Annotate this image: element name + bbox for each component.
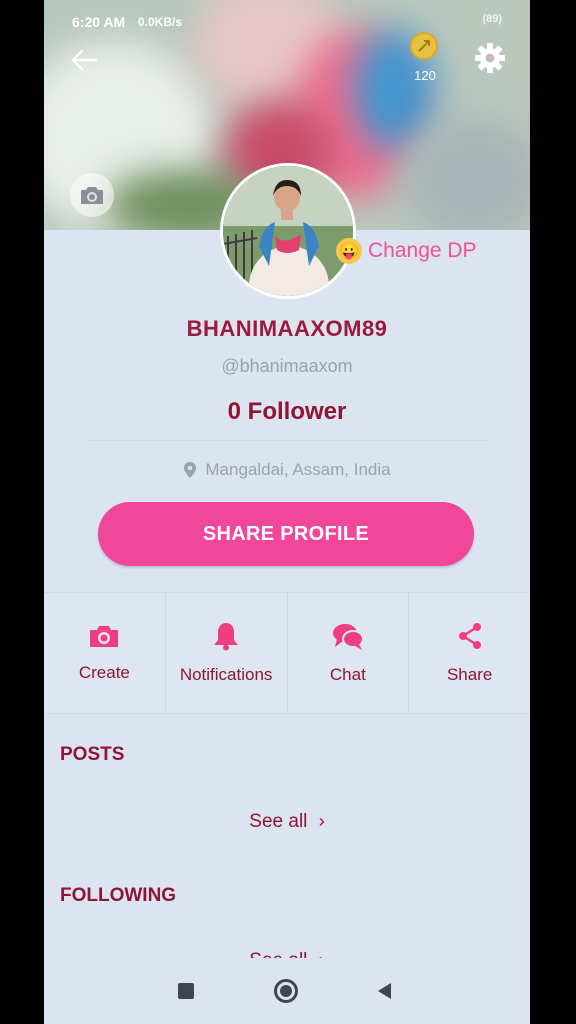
action-label: Chat xyxy=(329,665,366,684)
posts-see-all-link[interactable]: See all › xyxy=(44,811,530,833)
change-dp-button[interactable]: 😛 Change DP xyxy=(336,238,477,264)
action-label: Share xyxy=(446,665,493,684)
notifications-action[interactable]: Notifications xyxy=(166,593,288,713)
username: BHANIMAAXOM89 xyxy=(186,316,388,341)
cover-blur xyxy=(404,120,530,230)
see-all-label: See all xyxy=(249,811,308,832)
chat-action[interactable]: Chat xyxy=(288,593,410,713)
follower-count[interactable]: 0 Follower xyxy=(44,398,530,426)
create-action[interactable]: Create xyxy=(44,593,166,713)
battery-indicator: (89) xyxy=(482,13,502,25)
divider xyxy=(88,440,488,441)
share-profile-button[interactable]: SHARE PROFILE xyxy=(98,502,474,566)
user-handle: @bhanimaaxom xyxy=(221,356,353,376)
coin-count: 120 xyxy=(414,68,436,83)
chevron-right-icon: › xyxy=(318,811,325,831)
status-speed: 0.0KB/s xyxy=(138,15,183,29)
status-time: 6:20 AM xyxy=(72,14,126,30)
share-icon xyxy=(458,623,481,649)
following-section-title: FOLLOWING xyxy=(60,885,177,906)
camera-icon xyxy=(81,187,103,204)
back-button[interactable] xyxy=(64,40,104,80)
coin-glyph-icon xyxy=(418,40,430,52)
change-cover-button[interactable] xyxy=(70,173,114,217)
posts-section-title: POSTS xyxy=(60,744,125,765)
share-action[interactable]: Share xyxy=(409,593,530,713)
action-label: Create xyxy=(78,663,130,682)
profile-screen: 6:20 AM 0.0KB/s (89) 120 😛 Change DP BHA… xyxy=(44,0,530,1024)
profile-avatar[interactable] xyxy=(220,163,356,299)
back-arrow-icon xyxy=(71,49,98,71)
location: Mangaldai, Assam, India xyxy=(44,460,530,480)
emoji-icon: 😛 xyxy=(336,238,362,264)
gear-icon xyxy=(475,43,505,73)
avatar-image xyxy=(223,166,353,296)
action-label: Notifications xyxy=(179,665,273,684)
action-row: Create Notifications Chat Share xyxy=(44,592,530,714)
home-dot-icon xyxy=(280,985,292,997)
camera-icon xyxy=(90,626,119,647)
bell-icon xyxy=(214,623,239,651)
change-dp-label: Change DP xyxy=(368,239,477,262)
recents-button[interactable] xyxy=(178,983,194,999)
location-text: Mangaldai, Assam, India xyxy=(205,460,391,479)
back-triangle-icon[interactable] xyxy=(376,982,394,1000)
coin-icon[interactable] xyxy=(410,32,438,60)
settings-button[interactable] xyxy=(470,38,510,78)
status-bar: 6:20 AM 0.0KB/s (89) xyxy=(44,0,530,40)
system-navigation-bar xyxy=(44,958,530,1024)
chat-icon xyxy=(332,624,364,650)
location-pin-icon xyxy=(184,462,197,478)
home-button[interactable] xyxy=(274,979,298,1003)
